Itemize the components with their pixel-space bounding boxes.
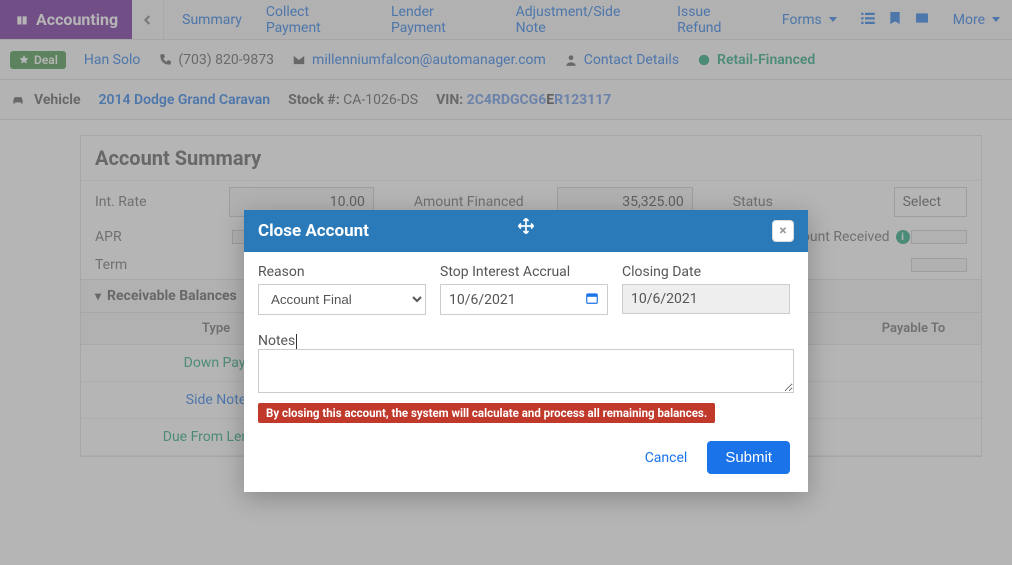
closing-date-label: Closing Date (622, 264, 790, 280)
notes-label: Notes (258, 333, 794, 349)
modal-title: Close Account (258, 221, 369, 241)
calendar-icon[interactable] (585, 291, 599, 308)
stop-accrual-label: Stop Interest Accrual (440, 264, 608, 280)
close-icon[interactable]: × (772, 220, 794, 242)
reason-select[interactable]: Account Final (258, 284, 426, 315)
stop-accrual-date[interactable]: 10/6/2021 (440, 284, 608, 315)
submit-button[interactable]: Submit (707, 441, 790, 474)
drag-handle-icon[interactable] (516, 216, 536, 240)
notes-textarea[interactable] (258, 349, 794, 393)
closing-date: 10/6/2021 (622, 284, 790, 314)
warning-banner: By closing this account, the system will… (258, 403, 715, 423)
close-account-modal: Close Account × Reason Account Final Sto… (244, 210, 808, 492)
cancel achter-button[interactable]: Cancel (645, 450, 688, 466)
reason-label: Reason (258, 264, 426, 280)
text-caret (296, 334, 297, 349)
